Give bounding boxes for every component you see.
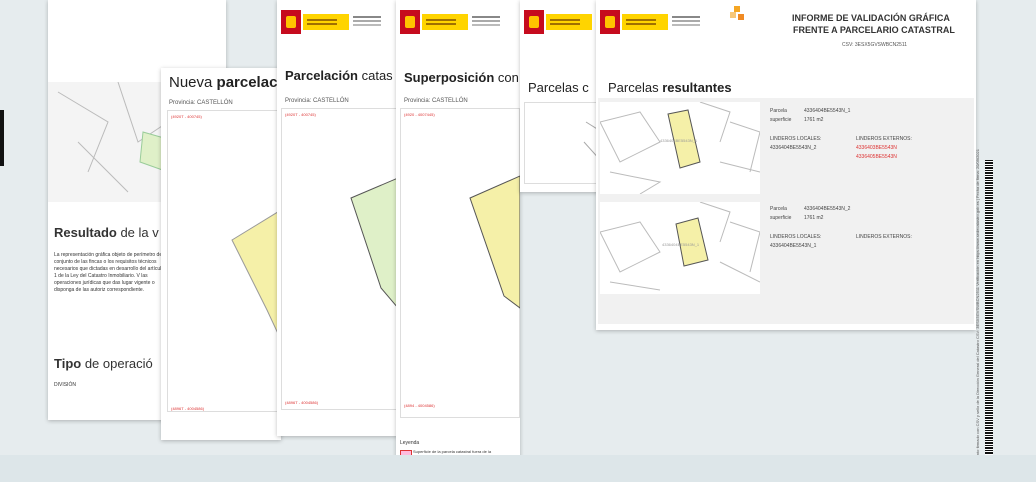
csv-code: CSV: 3ESX5GVSWBCN2511 [842,42,908,48]
external-boundaries-label: LINDEROS EXTERNOS: [856,136,912,142]
page-header [520,0,602,40]
map-label: 4336404BE5543N_1 [660,138,698,143]
local-boundary: 4336404BE5543N_1 [770,243,817,249]
page-overlap: Superposición con Provincia: CASTELLÓN (… [396,0,520,470]
ministry-logo [600,10,710,34]
parcela-value: 4336404BE5543N_2 [804,206,851,212]
ministry-logo [400,10,510,34]
results-panel: 4336404BE5543N_1 Parcela 4336404BE5543N_… [598,98,974,324]
local-boundaries-label: LINDEROS LOCALES: [770,234,822,240]
map-label: 4336404BE5543N_1 [662,242,700,247]
cadastre-logo [730,6,746,22]
legend-item: Superficie de la parcela catastral fuera… [413,449,492,454]
ref-bottom: (4894 - 4004586) [404,403,435,408]
parcel-shape [350,177,398,309]
page-cadastral-parcel: Parcelación catas Provincia: CASTELLÓN (… [277,0,398,436]
local-boundaries-label: LINDEROS LOCALES: [770,136,822,142]
superficie-label: superficie [770,117,792,123]
operation-heading: Tipo de operació [54,356,153,371]
parcela-label: Parcela [770,108,787,114]
page-parcels: Parcelas c [520,0,602,192]
province-label: Provincia: CASTELLÓN [285,98,349,104]
ref-bottom: (4896T - 4004586) [171,406,205,411]
operation-value: DIVISIÓN [54,382,76,388]
ministry-logo [524,10,602,34]
parcel-shape [231,209,281,341]
bottom-strip [0,455,1036,482]
page-header [396,0,520,40]
superficie-value: 1761 m2 [804,215,824,221]
superficie-value: 1761 m2 [804,117,824,123]
page-title: Nueva parcelaci [169,74,281,91]
province-label: Provincia: CASTELLÓN [169,100,233,106]
result-heading: Resultado de la v [54,225,159,240]
report-title-line1: INFORME DE VALIDACIÓN GRÁFICA [792,13,950,23]
province-label: Provincia: CASTELLÓN [404,98,468,104]
side-verification-text: Documento firmado con CSV y sello de la … [975,149,980,470]
ministry-logo [281,10,391,34]
legend-title: Leyenda [400,440,420,446]
parcela-value: 4336404BE5543N_1 [804,108,851,114]
parcel-map-1: 4336404BE5543N_1 [599,101,761,195]
external-boundary: 4336405BE5543N [856,154,897,160]
result-text: La representación gráfica objeto de perí… [54,252,165,293]
page-new-parcel: Nueva parcelaci Provincia: CASTELLÓN (49… [161,68,281,440]
parcel-map-2: 4336404BE5543N_1 [599,201,761,294]
page-title: Parcelación catas [285,68,393,83]
overlap-shape [469,175,520,309]
report-title-line2: FRENTE A PARCELARIO CATASTRAL [793,25,955,35]
page-title: Superposición con [404,70,519,85]
parcel-map-lines [599,101,761,195]
external-boundary: 4336403BE5543N [856,145,897,151]
local-boundary: 4336404BE5543N_2 [770,145,817,151]
map-lines [583,121,602,163]
external-boundaries-label: LINDEROS EXTERNOS: [856,234,912,240]
superficie-label: superficie [770,215,792,221]
page-header [277,0,398,40]
barcode [985,160,993,472]
parcel-map-lines [599,201,761,291]
parcela-label: Parcela [770,206,787,212]
page-header: INFORME DE VALIDACIÓN GRÁFICA FRENTE A P… [596,0,976,60]
page-title: Parcelas resultantes [608,80,732,95]
ref-bottom: (4896T - 4004586) [285,400,319,405]
page-title: Parcelas c [528,80,589,95]
left-edge-marker [0,110,4,166]
